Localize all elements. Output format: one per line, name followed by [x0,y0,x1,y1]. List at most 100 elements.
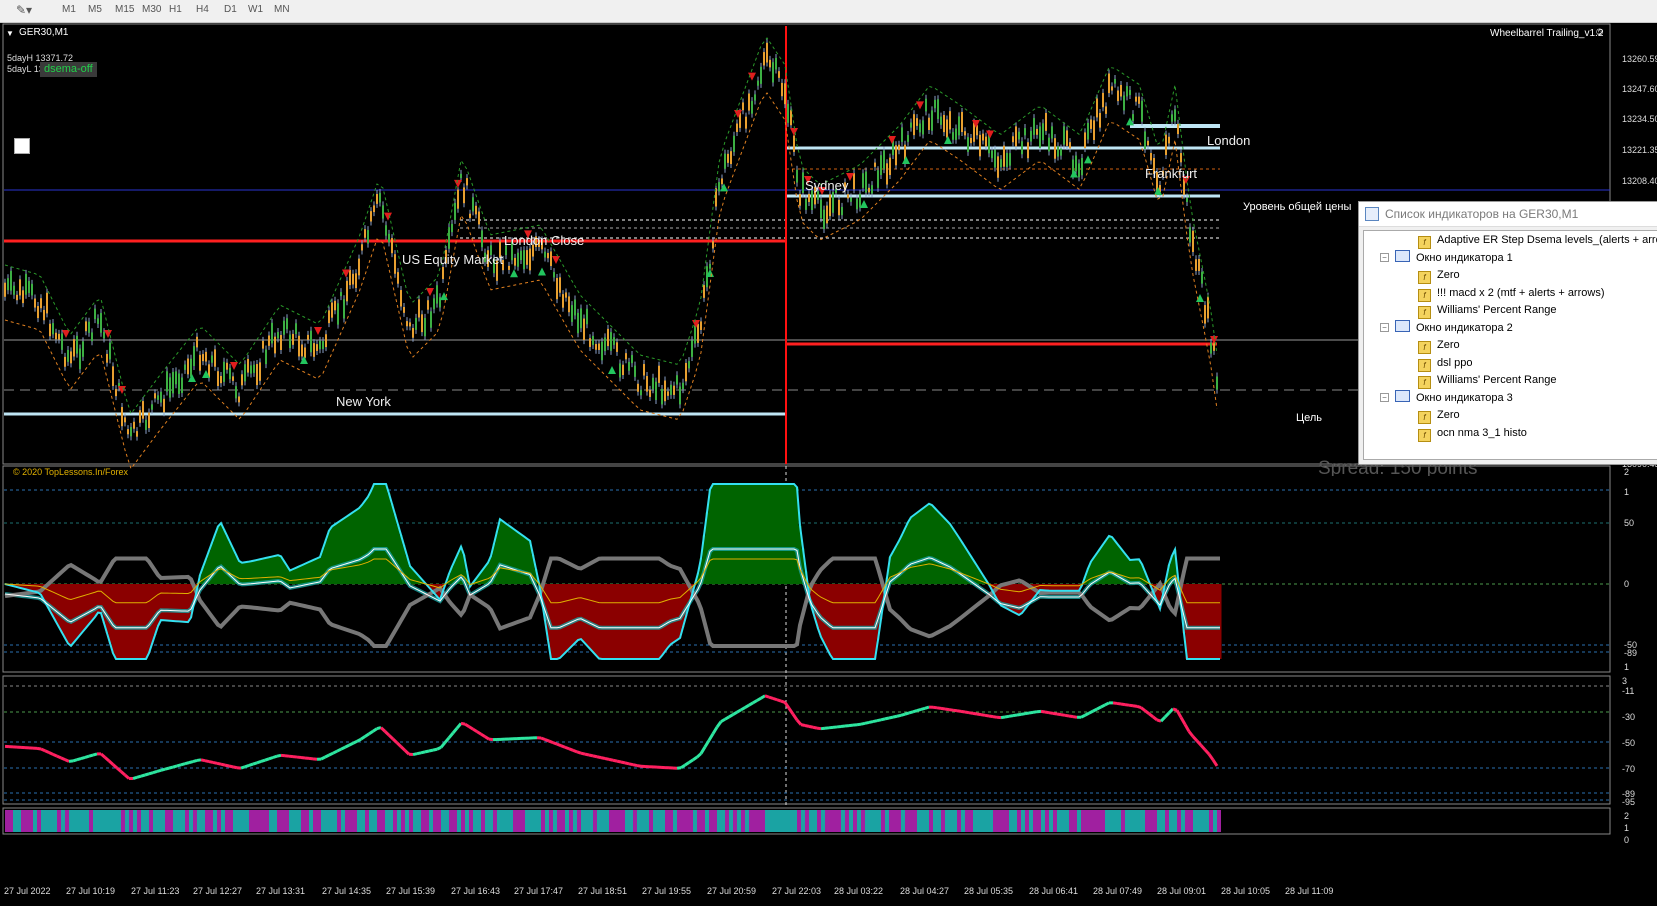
candle-body [67,349,69,362]
timeframe-button-h4[interactable]: H4 [196,4,209,15]
timeframe-button-m1[interactable]: M1 [62,4,76,15]
ind3-axis-label: 1 [1624,823,1630,833]
histo-bar [305,810,309,832]
histo-bar [881,810,885,832]
indicator-window-item[interactable]: − Окно индикатора 3 [1380,389,1513,407]
timeframe-button-m5[interactable]: M5 [88,4,102,15]
candle-body [1147,140,1149,146]
histo-bar [525,810,529,832]
timeframe-button-w1[interactable]: W1 [248,4,263,15]
ppo-line-segment [136,774,142,779]
histo-bar [25,810,29,832]
ppo-line-segment [1163,711,1171,719]
ppo-line-segment [132,775,138,780]
candle-body [1177,123,1179,135]
histo-bar [537,810,541,832]
indicator-item[interactable]: f Zero [1418,337,1460,354]
candle-body [544,251,546,258]
ppo-line-segment [740,706,746,712]
ppo-line-segment [340,745,346,751]
candle-body [982,133,984,141]
timeframe-button-h1[interactable]: H1 [169,4,182,15]
candle-body [1033,118,1035,135]
histo-bar [289,810,293,832]
candle-body [463,187,465,204]
dsema-toggle-button[interactable]: dsema-off [40,62,97,77]
collapse-toggle-icon[interactable]: − [1380,322,1389,332]
collapse-toggle-icon[interactable]: − [1380,392,1389,402]
indicator-function-icon: f [1418,428,1431,442]
indicator-item[interactable]: f Williams' Percent Range [1418,302,1556,319]
ppo-line-segment [724,715,730,721]
candle-body [697,324,699,343]
indicator-item[interactable]: f !!! macd x 2 (mtf + alerts + arrows) [1418,285,1605,302]
timeframe-toolbar: ✎▾ M1 M5 M15 M30 H1 H4 D1 W1 MN [0,0,1657,23]
indicator-window-item[interactable]: − Окно индикатора 1 [1380,249,1513,267]
candle-body [607,328,609,347]
histo-bar [1173,810,1177,832]
histo-bar [1013,810,1017,832]
indicator-item[interactable]: f Williams' Percent Range [1418,372,1556,389]
ppo-line-segment [787,707,795,715]
indicator-function-icon: f [1418,271,1431,284]
candle-body [49,323,51,337]
indicator-item[interactable]: f ocn nma 3_1 histo [1418,425,1527,442]
ppo-line-segment [60,756,66,761]
candle-body [1165,134,1167,156]
indicator-label: Zero [1437,409,1460,421]
histo-bar [257,810,261,832]
candle-body [736,123,738,132]
collapse-toggle-icon[interactable]: − [1380,252,1389,262]
indicator-item[interactable]: f Zero [1418,407,1460,424]
histo-bar [413,810,417,832]
dialog-title-bar[interactable]: Список индикаторов на GER30,M1 [1359,202,1657,227]
histo-bar [225,810,229,832]
histo-bar [969,810,973,832]
histo-bar [569,810,573,832]
histo-bar [1185,810,1189,832]
ppo-line-segment [703,739,711,748]
candle-body [517,252,519,267]
indicator-window-item[interactable]: − Окно индикатора 2 [1380,319,1513,337]
indicator-tree[interactable]: f Adaptive ER Step Dsema levels_(alerts +… [1363,230,1657,460]
histo-bar [989,810,993,832]
candle-body [289,334,291,349]
candle-body [142,401,144,419]
histo-bar [381,810,385,832]
ppo-line-segment [360,735,366,741]
target-label: Цель [1296,412,1323,424]
timeframe-button-m15[interactable]: M15 [115,4,134,15]
copyright-label: © 2020 TopLessons.In/Forex [13,467,129,477]
timeframe-button-m30[interactable]: M30 [142,4,161,15]
sell-arrow-icon [230,362,238,370]
indicator-list-dialog[interactable]: Список индикаторов на GER30,M1 f Adaptive… [1358,201,1657,465]
collapse-icon[interactable]: ▼ [6,29,14,38]
ppo-line-segment [560,744,566,749]
candle-body [1024,128,1026,136]
indicator-item[interactable]: f Adaptive ER Step Dsema levels_(alerts +… [1418,232,1657,249]
ppo-line-segment [1159,716,1167,723]
checkbox[interactable] [14,138,30,154]
candle-body [214,349,216,367]
candle-body [25,273,27,295]
candle-body [295,323,297,335]
histo-bar [489,810,493,832]
timeframe-button-mn[interactable]: MN [274,4,290,15]
ind2-axis-label: 3 [1622,676,1628,686]
timeframe-button-d1[interactable]: D1 [224,4,237,15]
histo-bar [1121,810,1125,832]
indicator-item[interactable]: f Zero [1418,267,1460,284]
candle-body [652,377,654,390]
ind2-axis-label: -50 [1622,738,1636,748]
candle-body [1129,89,1131,96]
candle-body [991,150,993,159]
histo-bar [769,810,773,832]
histo-bar [649,810,653,832]
draw-tool-icon[interactable]: ✎▾ [16,3,40,18]
time-axis-label: 27 Jul 20:59 [707,886,757,896]
indicator-item[interactable]: f dsl ppo [1418,355,1472,372]
candle-body [475,205,477,215]
candle-body [628,361,630,371]
histo-bar [125,810,129,832]
ppo-line-segment [40,747,46,753]
